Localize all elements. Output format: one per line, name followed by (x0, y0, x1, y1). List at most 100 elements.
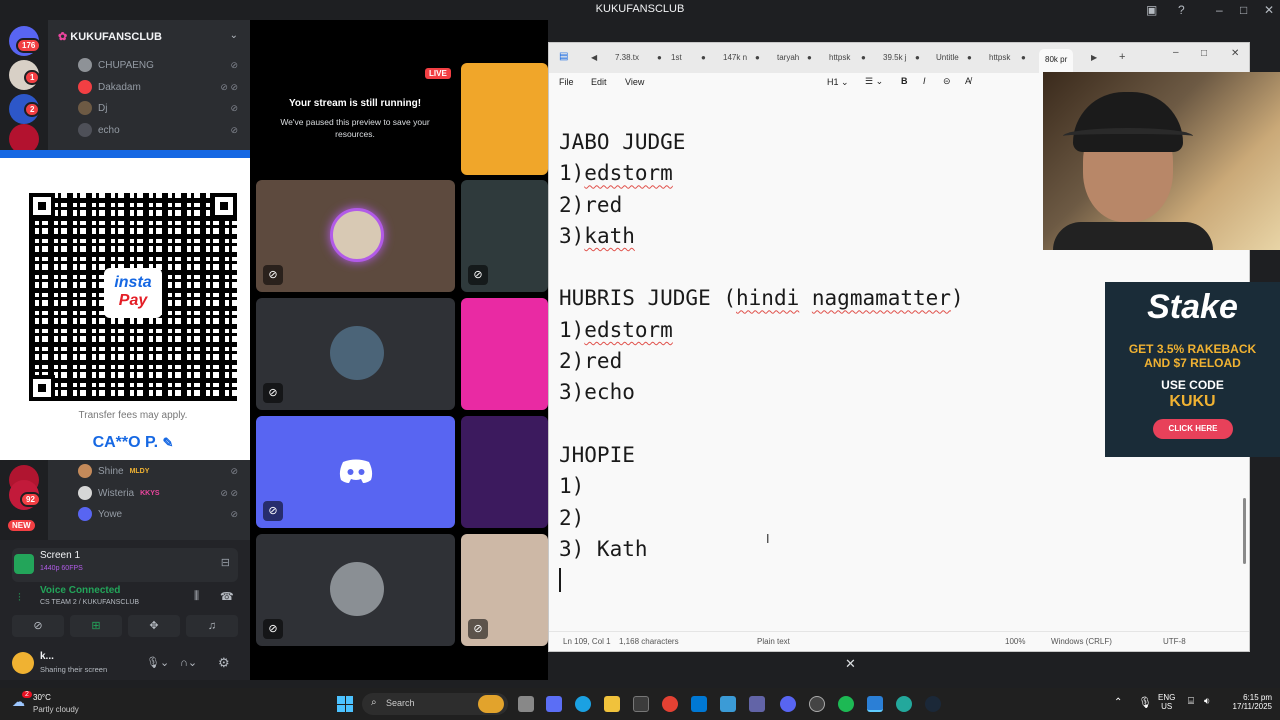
voice-member[interactable]: Dakadam (78, 77, 141, 97)
settings-gear-icon[interactable]: ⚙ (218, 655, 230, 671)
minimize-icon[interactable]: – (1216, 3, 1223, 17)
weather-icon[interactable]: ☁ 2 (12, 691, 32, 712)
steam-icon[interactable] (925, 696, 941, 712)
menu-file[interactable]: File (559, 77, 574, 87)
tab[interactable]: httpsk (989, 53, 1010, 62)
obs-icon[interactable] (809, 696, 825, 712)
tray-overflow-icon[interactable]: ⌃ (1114, 697, 1122, 708)
menu-view[interactable]: View (625, 77, 644, 87)
teams-icon[interactable] (749, 696, 765, 712)
tab[interactable]: 147k n (723, 53, 747, 62)
avatar (78, 101, 92, 115)
voice-member[interactable]: Shine MLDY (78, 461, 149, 481)
camera-off-button[interactable]: ⊘ (12, 615, 64, 637)
screen-share-card[interactable]: Screen 1 1440p 60FPS ⊟ (12, 548, 238, 582)
new-tab-icon[interactable]: + (1119, 51, 1125, 63)
maximize-icon[interactable]: □ (1240, 3, 1247, 17)
discord-icon[interactable] (780, 696, 796, 712)
bold-icon[interactable]: B (901, 76, 908, 86)
line-ending[interactable]: Windows (CRLF) (1051, 637, 1112, 646)
tab[interactable]: taryah (777, 53, 799, 62)
spotify-icon[interactable] (838, 696, 854, 712)
italic-icon[interactable]: I (923, 76, 926, 86)
tab[interactable]: Untitle (936, 53, 959, 62)
tab-active[interactable]: 80k pr (1039, 49, 1074, 73)
search-box[interactable]: ⌕ Search (362, 693, 508, 715)
edge-icon[interactable] (575, 696, 591, 712)
share-screen-button[interactable]: ⊞ (70, 615, 122, 637)
clock[interactable]: 6:15 pm 17/11/2025 (1226, 693, 1272, 711)
overlay-close-icon[interactable]: ✕ (845, 656, 856, 672)
user-avatar[interactable] (12, 652, 34, 674)
weather-temp[interactable]: 30°C (33, 693, 51, 702)
zoom-level[interactable]: 100% (1005, 637, 1025, 646)
close-icon[interactable]: ✕ (1264, 3, 1274, 17)
task-view-icon[interactable] (518, 696, 534, 712)
participant-tile[interactable]: ⊘ (256, 416, 455, 528)
tab[interactable]: 1st (671, 53, 682, 62)
chrome-icon[interactable] (662, 696, 678, 712)
chevron-down-icon[interactable]: ⌄ (230, 30, 238, 41)
maximize-icon[interactable]: □ (1201, 48, 1207, 59)
list-icon[interactable]: ☰ ⌄ (865, 76, 883, 87)
scroll-tabs-right-icon[interactable]: ▶ (1091, 53, 1097, 62)
server-name[interactable]: ✿ KUKUFANSCLUB (58, 30, 162, 43)
microphone-icon[interactable]: 🎙︎⌄ (146, 656, 169, 669)
click-here-button[interactable]: CLICK HERE (1153, 419, 1233, 439)
noise-suppression-icon[interactable]: ⫼ (194, 590, 199, 603)
app-icon[interactable] (896, 696, 912, 712)
weather-desc[interactable]: Partly cloudy (33, 705, 79, 714)
tab[interactable]: httpsk (829, 53, 850, 62)
outlook-icon[interactable] (691, 696, 707, 712)
notepad-icon[interactable] (867, 696, 883, 712)
voice-member[interactable]: echo (78, 120, 120, 140)
participant-tile[interactable]: ⊘ (256, 180, 455, 292)
voice-status[interactable]: Voice Connected (40, 585, 120, 596)
store-icon[interactable] (633, 696, 649, 712)
activities-button[interactable]: ✥ (128, 615, 180, 637)
server-badge: 92 (20, 492, 41, 507)
voice-member[interactable]: CHUPAENG (78, 55, 154, 75)
copilot-icon[interactable] (546, 696, 562, 712)
participant-tile[interactable] (461, 416, 548, 528)
inbox-icon[interactable]: ▣ (1146, 3, 1157, 17)
participant-tile[interactable]: ⊘ (461, 180, 548, 292)
scroll-tabs-left-icon[interactable]: ◀ (591, 53, 597, 62)
voice-member[interactable]: Dj (78, 98, 107, 118)
voice-channel[interactable]: CS TEAM 2 / KUKUFANSCLUB (40, 599, 139, 606)
participant-tile[interactable]: ⊘ (461, 534, 548, 646)
stake-ad[interactable]: Stake GET 3.5% RAKEBACK AND $7 RELOAD US… (1105, 282, 1280, 457)
close-icon[interactable]: ✕ (1231, 48, 1239, 59)
app-icon[interactable] (720, 696, 736, 712)
network-icon[interactable]: ⌸ (1188, 696, 1194, 707)
headphones-icon[interactable]: ∩⌄ (180, 656, 197, 669)
text-editor[interactable]: JABO JUDGE 1)edstorm 2)red 3)kath HUBRIS… (559, 127, 964, 596)
headset-icon (1063, 128, 1193, 144)
participant-tile[interactable]: ⊘ (256, 534, 455, 646)
encoding[interactable]: UTF-8 (1163, 637, 1186, 646)
tab[interactable]: 7.38.tx (615, 53, 639, 62)
voice-member[interactable]: Yowe (78, 504, 122, 524)
scrollbar-thumb[interactable] (1243, 498, 1246, 564)
clear-format-icon[interactable]: A̸ (965, 76, 971, 86)
heading-dropdown[interactable]: H1 ⌄ (827, 77, 849, 88)
tab[interactable]: 39.5k j (883, 53, 907, 62)
menu-edit[interactable]: Edit (591, 77, 607, 87)
start-icon[interactable] (337, 696, 353, 712)
link-icon[interactable]: ⊝ (943, 76, 951, 87)
volume-icon[interactable]: 🔉︎ (1204, 696, 1210, 707)
voice-member[interactable]: Wisteria KKYS (78, 483, 160, 503)
participant-tile[interactable] (461, 298, 548, 410)
language-indicator[interactable]: ENG US (1158, 693, 1175, 711)
edit-pencil-icon[interactable]: ✎ (163, 435, 174, 450)
mic-tray-icon[interactable]: 🎙︎ (1138, 696, 1152, 709)
soundboard-button[interactable]: ♫ (186, 615, 238, 637)
file-explorer-icon[interactable] (604, 696, 620, 712)
participant-tile[interactable] (461, 63, 548, 175)
participant-tile[interactable]: ⊘ (256, 298, 455, 410)
help-icon[interactable]: ? (1178, 3, 1185, 17)
stop-stream-icon[interactable]: ⊟ (221, 556, 230, 569)
disconnect-icon[interactable]: ☎ (220, 590, 234, 603)
format-indicator[interactable]: Plain text (757, 637, 790, 646)
minimize-icon[interactable]: – (1173, 47, 1179, 58)
